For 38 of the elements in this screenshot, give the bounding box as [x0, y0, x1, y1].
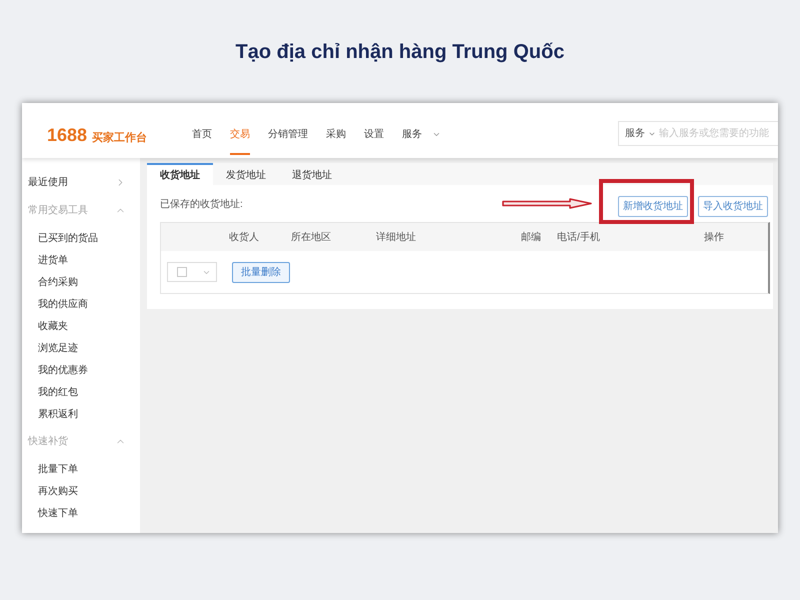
address-action-button[interactable]: 导入收货地址 [698, 196, 768, 216]
sidebar-item[interactable]: 我的供应商 [22, 293, 140, 315]
column-header: 操作 [704, 230, 724, 244]
tab[interactable]: 退货地址 [279, 163, 345, 185]
nav-tab[interactable]: 服务 [402, 115, 442, 155]
nav-tab[interactable]: 分销管理 [268, 115, 308, 155]
column-header: 详细地址 [376, 230, 416, 244]
select-all-dropdown[interactable] [167, 262, 217, 282]
nav-tab[interactable]: 设置 [364, 115, 384, 155]
sidebar-section[interactable]: 最近使用 [22, 168, 140, 196]
tab[interactable]: 发货地址 [213, 163, 279, 185]
sidebar-item[interactable]: 再次购买 [22, 480, 140, 502]
column-header: 邮编 [521, 230, 541, 244]
logo-text: 买家工作台 [92, 131, 148, 145]
sidebar-item[interactable]: 快速下单 [22, 502, 140, 524]
address-action-button[interactable]: 新增收货地址 [618, 196, 688, 216]
column-header: 收货人 [229, 230, 259, 244]
sidebar-item[interactable]: 进货单 [22, 249, 140, 271]
page-title: Tạo địa chỉ nhận hàng Trung Quốc [236, 40, 564, 65]
search-field[interactable]: 服务 输入服务或您需要的功能 [618, 121, 778, 146]
logo-number: 1688 [47, 125, 88, 145]
sidebar-item[interactable]: 浏览足迹 [22, 337, 140, 359]
sidebar-item[interactable]: 合约采购 [22, 271, 140, 293]
sidebar-item[interactable]: 批量下单 [22, 458, 140, 480]
sidebar-item[interactable]: 已买到的货品 [22, 227, 140, 249]
bulk-delete-button[interactable]: 批量删除 [232, 262, 290, 282]
sidebar-item[interactable]: 我的红包 [22, 381, 140, 403]
search-scope-dropdown[interactable]: 服务 [619, 122, 659, 145]
checkbox[interactable] [177, 267, 187, 277]
column-header: 所在地区 [291, 230, 331, 244]
tab[interactable]: 收货地址 [147, 163, 213, 185]
saved-addresses-label: 已保存的收货地址: [160, 198, 243, 212]
nav-tab[interactable]: 采购 [326, 115, 346, 155]
sidebar-item[interactable]: 累积返利 [22, 403, 140, 425]
nav-tab[interactable]: 首页 [192, 115, 212, 155]
sidebar-item[interactable]: 收藏夹 [22, 315, 140, 337]
column-header: 电话/手机 [557, 230, 600, 244]
sidebar-item[interactable]: 我的优惠券 [22, 359, 140, 381]
